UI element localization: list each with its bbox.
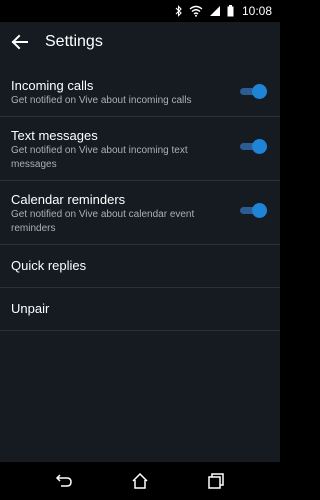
arrow-back-icon — [8, 34, 32, 58]
menu-item-label: Quick replies — [11, 258, 87, 273]
status-time: 10:08 — [241, 4, 272, 18]
calendar-reminders-toggle[interactable] — [240, 203, 267, 218]
toggle-thumb — [252, 203, 267, 218]
incoming-calls-toggle[interactable] — [240, 84, 267, 99]
menu-item-unpair[interactable]: Unpair — [0, 288, 280, 331]
setting-description: Get notified on Vive about calendar even… — [11, 209, 195, 234]
setting-description: Get notified on Vive about incoming text… — [11, 145, 188, 170]
bluetooth-icon — [175, 5, 183, 17]
menu-item-label: Unpair — [11, 301, 50, 316]
menu-item-quick-replies[interactable]: Quick replies — [0, 245, 280, 288]
signal-icon — [209, 5, 221, 17]
settings-list: Incoming calls Get notified on Vive abou… — [0, 67, 280, 331]
nav-home-button[interactable] — [129, 470, 151, 492]
setting-text-messages[interactable]: Text messages Get notified on Vive about… — [0, 117, 280, 181]
setting-incoming-calls[interactable]: Incoming calls Get notified on Vive abou… — [0, 67, 280, 117]
nav-recents-button[interactable] — [205, 470, 227, 492]
wifi-icon — [189, 5, 203, 17]
app-bar: Settings — [0, 22, 280, 62]
settings-screen: 10:08 Settings Incoming calls Get notifi… — [0, 0, 280, 500]
back-nav-icon — [53, 474, 75, 496]
status-bar: 10:08 — [0, 0, 280, 22]
status-icons: 10:08 — [175, 0, 272, 22]
back-button[interactable] — [8, 30, 32, 54]
battery-icon — [227, 5, 234, 17]
home-nav-icon — [129, 472, 151, 496]
setting-title: Incoming calls — [11, 78, 94, 93]
toggle-thumb — [252, 84, 267, 99]
text-messages-toggle[interactable] — [240, 139, 267, 154]
page-title: Settings — [45, 33, 103, 50]
setting-title: Calendar reminders — [11, 192, 126, 207]
setting-calendar-reminders[interactable]: Calendar reminders Get notified on Vive … — [0, 181, 280, 245]
setting-title: Text messages — [11, 128, 98, 143]
setting-description: Get notified on Vive about incoming call… — [11, 95, 192, 106]
nav-back-button[interactable] — [53, 470, 75, 492]
system-nav-bar — [0, 462, 280, 500]
recents-nav-icon — [205, 473, 227, 496]
toggle-thumb — [252, 139, 267, 154]
